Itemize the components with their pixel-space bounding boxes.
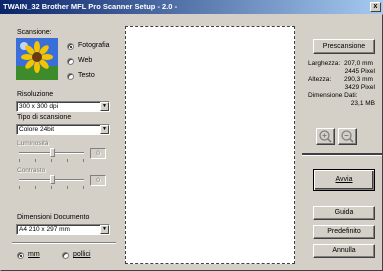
testo-label[interactable]: Testo [78,72,95,79]
zoom-out-button[interactable] [338,128,357,145]
prescan-button[interactable]: Prescansione [313,39,375,54]
radio-pollici[interactable] [62,252,69,259]
preview-area[interactable] [125,26,295,264]
resolution-select[interactable]: 300 x 300 dpi ▼ [16,101,110,112]
brightness-slider-thumb[interactable] [50,148,55,157]
brightness-value[interactable]: 0 [90,148,106,159]
document-size-select[interactable]: A4 210 x 297 mm ▼ [16,224,110,235]
radio-mm[interactable] [17,252,24,259]
contrast-label: Contrasto [17,167,46,174]
scan-label: Scansione: [17,29,52,36]
start-button[interactable]: Avvia [313,169,375,191]
brightness-label: Luminosità [17,140,49,147]
resolution-value: 300 x 300 dpi [19,103,59,110]
contrast-value[interactable]: 0 [90,175,106,186]
height-mm: 290,3 mm [344,76,373,83]
cancel-button[interactable]: Annulla [313,244,375,258]
start-label: Avvia [335,176,353,183]
width-label: Larghezza: [308,60,341,67]
default-button[interactable]: Predefinito [313,225,375,239]
width-px: 2445 Pixel [344,68,375,75]
radio-fotografia[interactable] [67,43,74,50]
data-size-value: 23,1 MB [350,100,375,107]
pollici-label[interactable]: pollici [73,251,91,258]
radio-web[interactable] [67,58,74,65]
width-mm: 207,0 mm [344,60,373,67]
contrast-ticks [19,186,84,189]
height-px: 3429 Pixel [344,84,375,91]
brightness-ticks [19,159,84,162]
units-separator [12,242,116,244]
scan-type-select[interactable]: Colore 24bit ▼ [16,124,110,135]
sunflower-photo-icon [16,38,58,80]
scan-type-label: Tipo di scansione [17,114,72,121]
window-title: TWAIN_32 Brother MFL Pro Scanner Setup -… [3,2,178,11]
help-button[interactable]: Guida [313,206,375,220]
data-size-label: Dimensione Dati: [308,92,358,99]
document-size-value: A4 210 x 297 mm [19,226,70,233]
web-label[interactable]: Web [78,57,92,64]
chevron-down-icon[interactable]: ▼ [100,225,109,234]
zoom-in-button[interactable] [316,128,335,145]
title-bar: TWAIN_32 Brother MFL Pro Scanner Setup -… [0,0,383,14]
scan-type-value: Colore 24bit [19,126,55,133]
fotografia-label[interactable]: Fotografia [78,42,110,49]
zoom-in-icon [319,130,332,143]
chevron-down-icon[interactable]: ▼ [100,125,109,134]
radio-testo[interactable] [67,73,74,80]
mm-label[interactable]: mm [28,251,40,258]
zoom-out-icon [341,130,354,143]
right-separator [302,153,382,156]
close-button[interactable]: x [370,2,381,12]
contrast-slider-thumb[interactable] [50,175,55,184]
chevron-down-icon[interactable]: ▼ [100,102,109,111]
document-size-label: Dimensioni Documento [17,214,90,221]
resolution-label: Risoluzione [17,91,54,98]
height-label: Altezza: [308,76,332,83]
